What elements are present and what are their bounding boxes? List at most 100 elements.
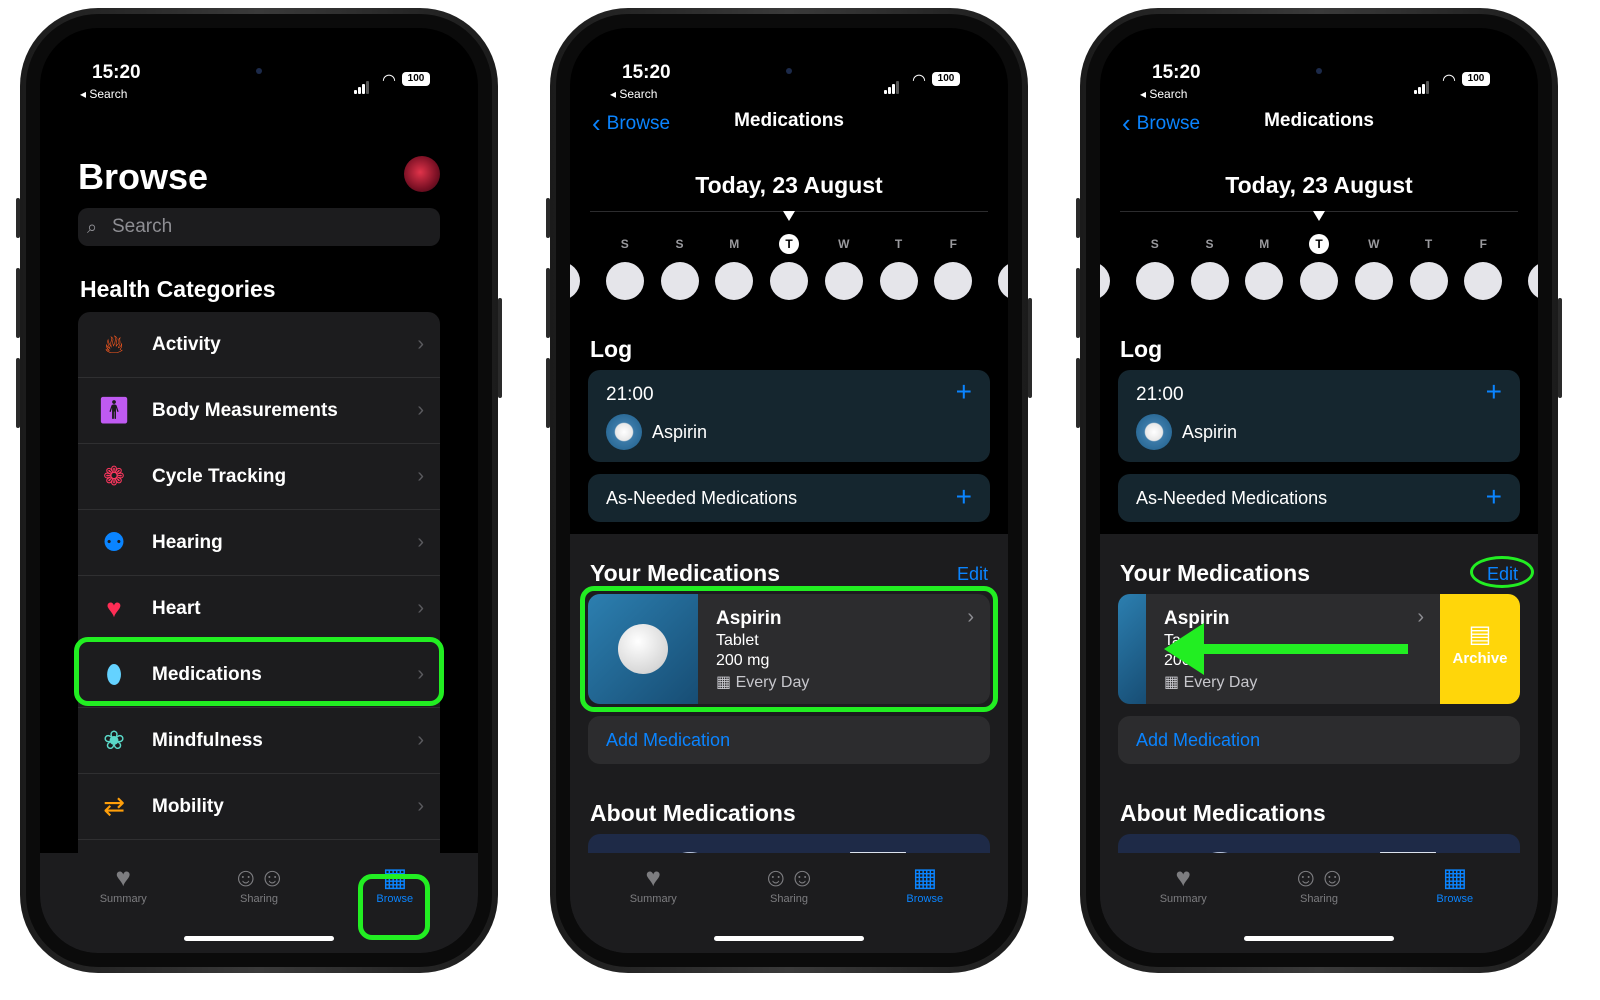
volume-down-button [546, 358, 550, 428]
week-day[interactable]: S [660, 234, 700, 300]
back-to-search-link[interactable]: ◂ Search [1140, 87, 1187, 101]
archive-label: Archive [1452, 650, 1508, 667]
tab-browse[interactable]: ▦ Browse [1410, 861, 1500, 905]
chevron-right-icon: › [1417, 606, 1424, 628]
battery-icon: 100 [1462, 72, 1490, 86]
section-title: Health Categories [80, 276, 276, 302]
chevron-right-icon: › [417, 729, 424, 751]
status-time: 15:20 [92, 62, 141, 83]
flame-icon: 🔥︎ [104, 329, 124, 359]
week-day[interactable]: S [1135, 234, 1175, 300]
tab-browse[interactable]: ▦ Browse [880, 861, 970, 905]
cycle-icon: ❁ [103, 461, 125, 491]
chevron-right-icon: › [417, 795, 424, 817]
category-item-cycle-tracking[interactable]: ❁ Cycle Tracking › [78, 444, 440, 510]
volume-down-button [1076, 358, 1080, 428]
week-day[interactable]: M [1244, 234, 1284, 300]
category-label: Hearing [152, 532, 223, 553]
week-day[interactable]: S [605, 234, 645, 300]
grid-icon: ▦ [1442, 862, 1468, 892]
add-plus-icon[interactable]: + [1486, 474, 1502, 520]
camera-dot [1316, 68, 1322, 74]
tab-label: Summary [99, 893, 147, 905]
dose-name: Aspirin [652, 422, 708, 442]
category-item-activity[interactable]: 🔥︎ Activity › [78, 312, 440, 378]
date-title: Today, 23 August [695, 172, 883, 198]
power-button [1558, 298, 1562, 398]
side-button [546, 198, 550, 238]
week-day[interactable] [1100, 234, 1111, 300]
week-day[interactable]: F [933, 234, 973, 300]
week-strip[interactable]: S S M T W T F [570, 234, 1008, 304]
category-label: Mindfulness [152, 730, 263, 751]
add-dose-plus-icon[interactable]: + [1486, 376, 1502, 408]
wifi-icon: ◠ [912, 72, 926, 89]
tab-sharing[interactable]: ☺☺ Sharing [1274, 861, 1364, 905]
avatar[interactable] [404, 156, 440, 192]
week-day[interactable] [570, 234, 581, 300]
week-day[interactable]: T [1409, 234, 1449, 300]
week-day-today[interactable]: T [1299, 234, 1339, 300]
category-item-hearing[interactable]: ⚉ Hearing › [78, 510, 440, 576]
status-time: 15:20 [1152, 62, 1201, 83]
dose-card[interactable]: 21:00 + Aspirin [1118, 370, 1520, 462]
add-dose-plus-icon[interactable]: + [956, 376, 972, 408]
home-indicator[interactable] [714, 936, 864, 941]
tab-sharing[interactable]: ☺☺ Sharing [744, 861, 834, 905]
dose-card[interactable]: 21:00 + Aspirin [588, 370, 990, 462]
category-label: Cycle Tracking [152, 466, 287, 487]
week-day[interactable]: M [714, 234, 754, 300]
week-day[interactable]: T [879, 234, 919, 300]
battery-icon: 100 [932, 72, 960, 86]
week-day[interactable]: W [824, 234, 864, 300]
week-strip[interactable]: S S M T W T F [1100, 234, 1538, 304]
week-day[interactable] [997, 234, 1008, 300]
category-item-mobility[interactable]: ⇄ Mobility › [78, 774, 440, 840]
archive-button[interactable]: ▤ Archive [1440, 594, 1520, 704]
heart-icon: ♥ [1175, 862, 1191, 892]
back-to-search-link[interactable]: ◂ Search [80, 87, 127, 101]
volume-up-button [546, 268, 550, 338]
volume-up-button [16, 268, 20, 338]
category-item-mindfulness[interactable]: ❀ Mindfulness › [78, 708, 440, 774]
tab-summary[interactable]: ♥ Summary [608, 861, 698, 905]
as-needed-row[interactable]: As-Needed Medications + [588, 474, 990, 522]
chevron-right-icon: › [417, 399, 424, 421]
as-needed-label: As-Needed Medications [1136, 488, 1328, 508]
tab-summary[interactable]: ♥ Summary [78, 861, 168, 905]
tab-summary[interactable]: ♥ Summary [1138, 861, 1228, 905]
home-indicator[interactable] [184, 936, 334, 941]
edit-button[interactable]: Edit [957, 564, 988, 585]
pill-icon [606, 414, 642, 450]
nav-title: Medications [734, 110, 844, 131]
category-item-body-measurements[interactable]: 🚹︎ Body Measurements › [78, 378, 440, 444]
add-medication-button[interactable]: Add Medication [1118, 716, 1520, 764]
heart-icon: ♥ [115, 862, 131, 892]
week-day[interactable]: F [1463, 234, 1503, 300]
ear-icon: ⚉ [102, 527, 126, 557]
week-day-today[interactable]: T [769, 234, 809, 300]
highlight-browse-tab [358, 874, 430, 940]
search-input[interactable]: ⌕ Search [78, 208, 440, 246]
chevron-right-icon: › [417, 333, 424, 355]
tab-sharing[interactable]: ☺☺ Sharing [214, 861, 304, 905]
week-day[interactable]: S [1190, 234, 1230, 300]
add-medication-button[interactable]: Add Medication [588, 716, 990, 764]
category-item-heart[interactable]: ♥ Heart › [78, 576, 440, 642]
people-icon: ☺☺ [762, 862, 816, 892]
category-label: Body Measurements [152, 400, 338, 421]
status-bar: 15:20 ◂ Search ◠ 100 [1100, 56, 1538, 101]
add-plus-icon[interactable]: + [956, 474, 972, 520]
tab-bar: ♥ Summary ☺☺ Sharing ▦ Browse [570, 853, 1008, 953]
your-medications-title: Your Medications [590, 560, 780, 586]
log-title: Log [590, 336, 633, 362]
your-medications-title: Your Medications [1120, 560, 1310, 586]
week-day[interactable]: W [1354, 234, 1394, 300]
home-indicator[interactable] [1244, 936, 1394, 941]
as-needed-row[interactable]: As-Needed Medications + [1118, 474, 1520, 522]
back-to-search-link[interactable]: ◂ Search [610, 87, 657, 101]
dose-time: 21:00 [1136, 384, 1184, 405]
phone-medications: 15:20 ◂ Search ◠ 100 ‹ Browse Medications… [546, 8, 1032, 973]
heart-icon: ♥ [645, 862, 661, 892]
week-day[interactable] [1527, 234, 1538, 300]
